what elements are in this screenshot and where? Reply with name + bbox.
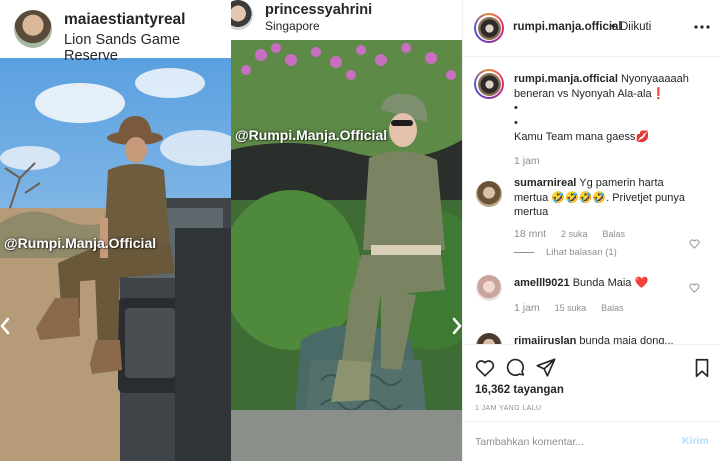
post-comment-button[interactable]: Kirim (682, 435, 709, 447)
comment-body: bunda maia dong... (579, 335, 674, 344)
like-comment-heart-icon[interactable] (689, 283, 700, 293)
more-options-icon[interactable] (693, 20, 711, 34)
media-panel-left: maiaestiantyreal Lion Sands Game Reserve (0, 0, 231, 461)
view-replies-label: Lihat balasan (1) (546, 247, 617, 258)
follow-status[interactable]: Diikuti (620, 21, 651, 33)
comment-username[interactable]: amelll9021 (514, 277, 570, 289)
garden-photo (231, 40, 462, 461)
caption-meta: 1 jam (514, 155, 552, 167)
like-heart-icon[interactable] (474, 357, 496, 379)
comment-avatar[interactable] (476, 181, 502, 207)
reply-button[interactable]: Balas (601, 303, 624, 313)
comment-avatar[interactable] (476, 275, 502, 301)
add-comment-input[interactable] (475, 433, 671, 451)
caption-time: 1 jam (514, 155, 540, 167)
comments-list[interactable]: rumpi.manja.official Nyonyaaaaah beneran… (463, 58, 720, 344)
comment-avatar[interactable] (476, 333, 502, 344)
post-sidebar: rumpi.manja.official • Diikuti rumpi.man… (462, 0, 720, 461)
view-replies-link[interactable]: Lihat balasan (1) (514, 247, 617, 258)
post-header: rumpi.manja.official • Diikuti (463, 0, 720, 57)
embedded-username-left: maiaestiantyreal (64, 11, 186, 28)
caption-emoji-2: 💋 (635, 131, 650, 143)
comment-text: sumarnireal Yg pamerin harta mertua 🤣🤣🤣🤣… (514, 176, 694, 220)
comment-emoji: ❤️ (634, 277, 649, 289)
comment-username[interactable]: sumarnireal (514, 177, 576, 189)
post-timestamp: 1 JAM YANG LALU (475, 405, 542, 412)
next-arrow-icon[interactable] (452, 317, 462, 335)
post-media[interactable]: maiaestiantyreal Lion Sands Game Reserve (0, 0, 462, 461)
embedded-avatar-left (14, 10, 52, 48)
reply-button[interactable]: Balas (602, 229, 625, 239)
comment-text: amelll9021 Bunda Maia ❤️ (514, 276, 694, 291)
comment-emoji: 🤣🤣🤣🤣 (551, 191, 607, 204)
comment-time: 1 jam (514, 302, 540, 314)
comment-text: rimajiruslan bunda maia dong... (514, 334, 694, 344)
watermark-right: @Rumpi.Manja.Official (235, 127, 388, 143)
embedded-location-right: Singapore (265, 19, 320, 33)
caption-dot-1: • (514, 102, 518, 114)
caption-line2: Kamu Team mana gaess (514, 131, 636, 143)
comment-username[interactable]: rimajiruslan (514, 335, 576, 344)
previous-arrow-icon[interactable] (0, 317, 10, 335)
embedded-username-right: princessyahrini (265, 2, 373, 18)
embedded-post-header-left: maiaestiantyreal Lion Sands Game Reserve (0, 0, 231, 64)
embedded-post-header-right: princessyahrini Singapore (231, 0, 462, 40)
instagram-post-view: maiaestiantyreal Lion Sands Game Reserve (0, 0, 720, 461)
post-author-avatar[interactable] (474, 13, 504, 43)
caption-username[interactable]: rumpi.manja.official (514, 73, 618, 85)
caption-avatar[interactable] (474, 69, 504, 99)
caption-dot-2: • (514, 116, 518, 129)
safari-photo (0, 58, 231, 461)
add-comment-bar: Kirim (463, 421, 720, 461)
caption-emoji-1: ❗ (651, 87, 666, 100)
comment-bubble-icon[interactable] (505, 357, 527, 379)
caption-text: rumpi.manja.official Nyonyaaaaah beneran… (514, 72, 694, 145)
comment-meta: 1 jam 15 suka Balas (514, 302, 636, 314)
comment-meta: 18 mnt 2 suka Balas (514, 228, 637, 240)
comment-body: Bunda Maia (572, 277, 632, 289)
share-send-icon[interactable] (535, 357, 557, 379)
separator-dot: • (611, 21, 616, 33)
media-panel-right: princessyahrini Singapore @Rumpi.Manja.O… (231, 0, 462, 461)
comment-time: 18 mnt (514, 228, 547, 240)
post-author-username[interactable]: rumpi.manja.official (513, 21, 622, 33)
like-comment-heart-icon[interactable] (689, 239, 700, 249)
comment-likes[interactable]: 2 suka (561, 229, 588, 239)
save-bookmark-icon[interactable] (691, 357, 713, 379)
embedded-avatar-right (231, 0, 253, 30)
embedded-location-left: Lion Sands Game Reserve (64, 32, 181, 64)
watermark-left: @Rumpi.Manja.Official (4, 235, 157, 251)
comment-likes[interactable]: 15 suka (555, 303, 587, 313)
post-actions: 16,362 tayangan 1 JAM YANG LALU (463, 344, 720, 429)
view-count[interactable]: 16,362 tayangan (475, 384, 564, 396)
